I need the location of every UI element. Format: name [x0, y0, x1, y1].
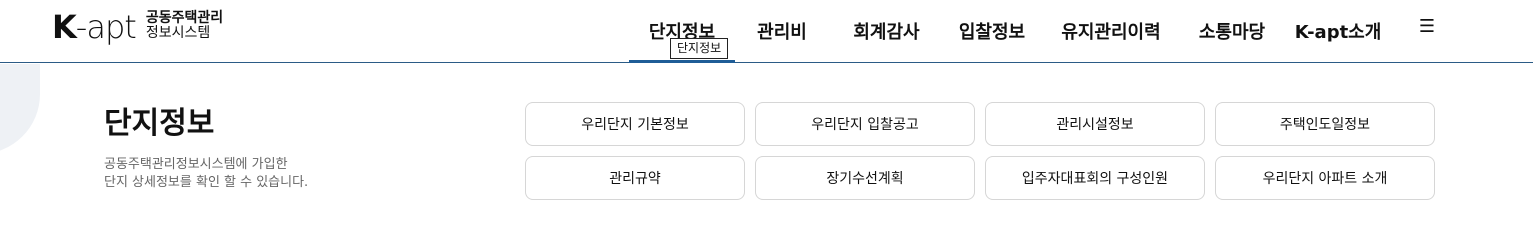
- link-delivery-date-info[interactable]: 주택인도일정보: [1215, 102, 1435, 146]
- hamburger-menu-icon[interactable]: ☰: [1418, 18, 1436, 36]
- link-facility-info[interactable]: 관리시설정보: [985, 102, 1205, 146]
- logo-subtitle: 공동주택관리 정보시스템: [145, 10, 224, 41]
- main-nav: 단지정보 관리비 회계감사 입찰정보 유지관리이력 소통마당 K-apt소개: [629, 0, 1394, 63]
- nav-item-about-k-apt[interactable]: K-apt소개: [1282, 0, 1394, 62]
- k-apt-logo[interactable]: K-apt 공동주택관리 정보시스템: [52, 8, 223, 46]
- nav-item-management-fee[interactable]: 관리비: [735, 0, 829, 62]
- link-basic-info[interactable]: 우리단지 기본정보: [525, 102, 745, 146]
- nav-tooltip: 단지정보: [670, 38, 729, 59]
- nav-item-community[interactable]: 소통마당: [1182, 0, 1282, 62]
- section-description: 공동주택관리정보시스템에 가입한 단지 상세정보를 확인 할 수 있습니다.: [104, 157, 309, 190]
- top-header: K-apt 공동주택관리 정보시스템 단지정보 관리비 회계감사 입찰정보 유지…: [0, 0, 1533, 63]
- submenu-grid: 우리단지 기본정보 우리단지 입찰공고 관리시설정보 주택인도일정보 관리규약 …: [525, 102, 1435, 200]
- nav-item-maintenance-history[interactable]: 유지관리이력: [1040, 0, 1182, 62]
- background-decoration: [0, 64, 40, 154]
- link-long-term-repair-plan[interactable]: 장기수선계획: [755, 156, 975, 200]
- logo-mark: K-apt: [52, 8, 137, 46]
- page-title: 단지정보: [104, 106, 215, 141]
- link-apartment-introduction[interactable]: 우리단지 아파트 소개: [1215, 156, 1435, 200]
- link-bid-notice[interactable]: 우리단지 입찰공고: [755, 102, 975, 146]
- link-management-rules[interactable]: 관리규약: [525, 156, 745, 200]
- nav-item-bid-info[interactable]: 입찰정보: [944, 0, 1040, 62]
- link-residents-council-members[interactable]: 입주자대표회의 구성인원: [985, 156, 1205, 200]
- nav-item-accounting-audit[interactable]: 회계감사: [829, 0, 944, 62]
